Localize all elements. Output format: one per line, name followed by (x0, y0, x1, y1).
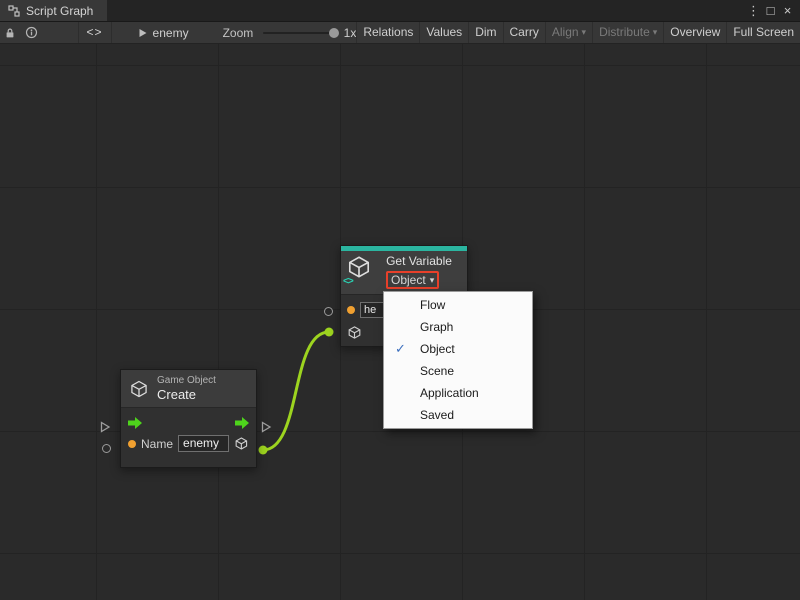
menu-item-flow[interactable]: Flow (384, 294, 532, 316)
graph-asset-icon (138, 28, 148, 38)
get-variable-input-port[interactable] (324, 307, 333, 316)
flow-out-arrow-icon[interactable] (235, 417, 249, 429)
node-subtitle: Game Object (157, 375, 216, 387)
flow-in-arrow-icon[interactable] (128, 417, 142, 429)
code-glyph-icon: <> (343, 276, 353, 287)
menu-item-label: Object (420, 342, 455, 356)
distribute-button[interactable]: Distribute ▾ (592, 22, 663, 43)
create-header-text: Game Object Create (157, 375, 216, 402)
variable-kind-value: Object (391, 273, 426, 287)
tab-title: Script Graph (26, 4, 93, 18)
chevron-down-icon: ▾ (430, 273, 435, 287)
menu-item-object[interactable]: ✓ Object (384, 338, 532, 360)
title-bar: Script Graph ⋮ □ × (0, 0, 800, 22)
create-flow-output-port[interactable] (260, 421, 272, 433)
graph-canvas[interactable]: <> Get Variable Object ▾ he (0, 44, 800, 600)
info-icon (25, 26, 38, 39)
lock-icon (4, 27, 16, 39)
graph-breadcrumb[interactable]: enemy (138, 26, 189, 40)
menu-item-label: Flow (420, 298, 445, 312)
string-port-icon[interactable] (347, 306, 355, 314)
lock-button[interactable] (0, 22, 21, 43)
align-label: Align (552, 22, 579, 43)
code-preview-button[interactable]: <> (78, 22, 112, 43)
overview-button[interactable]: Overview (663, 22, 726, 43)
zoom-slider-knob[interactable] (329, 28, 339, 38)
graph-toolbar: <> enemy Zoom 1x Relations Values Dim Ca… (0, 22, 800, 44)
gameobject-cube-icon (129, 379, 149, 399)
create-header: Game Object Create (121, 370, 256, 408)
menu-item-application[interactable]: Application (384, 382, 532, 404)
zoom-slider[interactable] (263, 32, 337, 34)
get-variable-header-text: Get Variable Object ▾ (376, 254, 462, 289)
create-flow-input-port[interactable] (99, 421, 111, 433)
variable-kind-dropdown[interactable]: Object ▾ (386, 271, 439, 289)
carry-button[interactable]: Carry (503, 22, 545, 43)
checkmark-icon: ✓ (395, 338, 406, 360)
node-title: Create (157, 387, 216, 402)
relations-button[interactable]: Relations (356, 22, 419, 43)
maximize-icon[interactable]: □ (762, 0, 779, 21)
window-menu-icon[interactable]: ⋮ (745, 0, 762, 21)
menu-item-label: Saved (420, 408, 454, 422)
full-screen-button[interactable]: Full Screen (726, 22, 800, 43)
zoom-value: 1x (344, 26, 357, 40)
script-graph-window: Script Graph ⋮ □ × <> enem (0, 0, 800, 600)
create-node[interactable]: Game Object Create Name enemy (120, 369, 257, 468)
menu-item-graph[interactable]: Graph (384, 316, 532, 338)
menu-item-label: Graph (420, 320, 453, 334)
graph-name: enemy (153, 26, 189, 40)
variable-kind-menu: Flow Graph ✓ Object Scene Application Sa… (383, 291, 533, 429)
connection-start-port[interactable] (259, 446, 268, 455)
tab-script-graph[interactable]: Script Graph (0, 0, 107, 21)
create-value-input-port[interactable] (102, 444, 111, 453)
menu-item-scene[interactable]: Scene (384, 360, 532, 382)
toolbar-button-group: Relations Values Dim Carry Align ▾ Distr… (356, 22, 800, 43)
script-graph-icon (8, 5, 20, 17)
name-input-field[interactable]: enemy (178, 435, 229, 452)
chevron-down-icon: ▾ (582, 22, 587, 43)
gameobject-output-icon[interactable] (234, 436, 249, 451)
node-title: Get Variable (376, 254, 462, 269)
variable-cube-icon: <> (346, 254, 372, 284)
menu-item-label: Application (420, 386, 479, 400)
menu-item-label: Scene (420, 364, 454, 378)
gameobject-port-icon[interactable] (347, 325, 362, 340)
align-button[interactable]: Align ▾ (545, 22, 592, 43)
chevron-down-icon: ▾ (653, 22, 658, 43)
name-port-row: Name enemy (121, 432, 256, 455)
zoom-label: Zoom (223, 26, 254, 40)
string-port-icon[interactable] (128, 440, 136, 448)
connection-end-port[interactable] (325, 328, 334, 337)
window-controls: ⋮ □ × (745, 0, 800, 21)
flow-port-row (121, 408, 256, 432)
connection-wire[interactable] (263, 332, 329, 450)
info-button[interactable] (21, 22, 42, 43)
menu-item-saved[interactable]: Saved (384, 404, 532, 426)
name-label: Name (141, 437, 173, 451)
distribute-label: Distribute (599, 22, 650, 43)
get-variable-header: <> Get Variable Object ▾ (341, 251, 467, 295)
values-button[interactable]: Values (419, 22, 468, 43)
dim-button[interactable]: Dim (468, 22, 502, 43)
close-icon[interactable]: × (779, 0, 796, 21)
